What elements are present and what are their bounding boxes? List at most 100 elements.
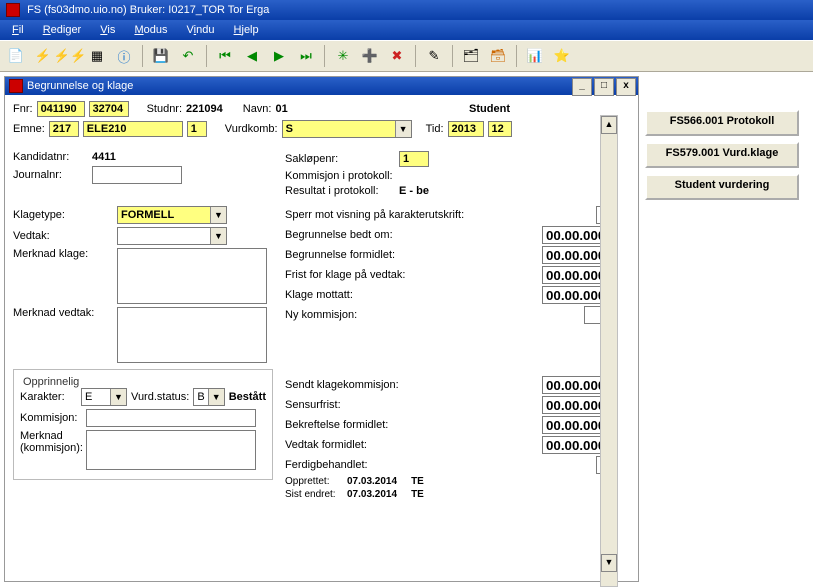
merknad-vedtak-label: Merknad vedtak: [13, 307, 113, 319]
journalnr-label: Journalnr: [13, 169, 88, 181]
begr-bedt-label: Begrunnelse bedt om: [285, 229, 393, 241]
tool-report-icon[interactable]: 📊 [523, 44, 547, 68]
vurdkomb-combo[interactable]: S ▼ [282, 120, 412, 138]
ved-form-label: Vedtak formidlet: [285, 439, 367, 451]
fnr-label: Fnr: [13, 103, 33, 115]
tool-doc-icon[interactable]: 📄 [4, 44, 28, 68]
tool-last-icon[interactable]: ⏭ [294, 44, 318, 68]
menu-modus[interactable]: Modus [134, 24, 167, 36]
tool-next-icon[interactable]: ▶ [267, 44, 291, 68]
menu-fil[interactable]: Fil [12, 24, 24, 36]
opprinnelig-legend: Opprinnelig [20, 376, 82, 388]
chevron-down-icon: ▼ [210, 207, 226, 223]
protokoll-button[interactable]: FS566.001 Protokoll [645, 110, 799, 136]
vurd-status-value: B [194, 391, 207, 403]
toolbar-sep-4 [415, 45, 416, 67]
toolbar-sep-3 [324, 45, 325, 67]
menu-vindu[interactable]: Vindu [187, 24, 215, 36]
tid1-field[interactable]: 2013 [448, 121, 484, 137]
side-panel: FS566.001 Protokoll FS579.001 Vurd.klage… [641, 72, 813, 582]
karakter-value: E [82, 391, 110, 403]
klagetype-label: Klagetype: [13, 209, 113, 221]
emne-label: Emne: [13, 123, 45, 135]
student-vurdering-button[interactable]: Student vurdering [645, 174, 799, 200]
journalnr-field[interactable] [92, 166, 182, 184]
navn-label: Navn: [243, 103, 272, 115]
merknad-klage-field[interactable] [117, 248, 267, 304]
vurdkomb-value: S [283, 123, 395, 135]
tool-module1-icon[interactable]: 🗂 [459, 44, 483, 68]
emne2-field[interactable]: ELE210 [83, 121, 183, 137]
tid2-field[interactable]: 12 [488, 121, 512, 137]
sist-endret-date: 07.03.2014 [347, 489, 397, 500]
tool-save-icon[interactable]: 💾 [149, 44, 173, 68]
tool-undo-icon[interactable]: ↶ [176, 44, 200, 68]
scroll-down-icon[interactable]: ▼ [601, 554, 617, 572]
toolbar-sep-5 [452, 45, 453, 67]
tool-run-icon[interactable]: ⚡ [31, 44, 55, 68]
opp-kommisjon-field[interactable] [86, 409, 256, 427]
tool-edit-icon[interactable]: ✎ [422, 44, 446, 68]
vedtak-combo[interactable]: ▼ [117, 227, 227, 245]
opp-merknad-field[interactable] [86, 430, 256, 470]
studnr-label: Studnr: [147, 103, 182, 115]
fnr2-field[interactable]: 32704 [89, 101, 129, 117]
tid-label: Tid: [426, 123, 444, 135]
karakter-combo[interactable]: E ▼ [81, 388, 127, 406]
merknad-vedtak-field[interactable] [117, 307, 267, 363]
tool-delete-icon[interactable]: ✖ [385, 44, 409, 68]
sensurfrist-label: Sensurfrist: [285, 399, 341, 411]
menu-rediger[interactable]: Rediger [43, 24, 82, 36]
sist-endret-by: TE [411, 489, 424, 500]
chevron-down-icon: ▼ [110, 389, 126, 405]
res-prot-value: E - be [399, 185, 429, 197]
karakter-label: Karakter: [20, 391, 77, 403]
tool-first-icon[interactable]: ⏮ [213, 44, 237, 68]
app-icon [6, 3, 20, 17]
fnr1-field[interactable]: 041190 [37, 101, 85, 117]
tool-module2-icon[interactable]: 🗃 [486, 44, 510, 68]
tool-info-icon[interactable]: ⓘ [112, 44, 136, 68]
tool-prev-icon[interactable]: ◀ [240, 44, 264, 68]
saklopenr-field[interactable]: 1 [399, 151, 429, 167]
tool-insert-icon[interactable]: ➕ [358, 44, 382, 68]
emne1-field[interactable]: 217 [49, 121, 79, 137]
student-label: Student [469, 103, 510, 115]
bekr-label: Bekreftelse formidlet: [285, 419, 388, 431]
close-button[interactable]: x [616, 78, 636, 96]
res-prot-label: Resultat i protokoll: [285, 185, 395, 197]
ny-komm-label: Ny kommisjon: [285, 309, 357, 321]
vurdkomb-label: Vurdkomb: [225, 123, 278, 135]
menu-hjelp[interactable]: Hjelp [234, 24, 259, 36]
app-title: FS (fs03dmo.uio.no) Bruker: I0217_TOR To… [27, 4, 269, 16]
maximize-button[interactable]: □ [594, 78, 614, 96]
vurd-klage-button[interactable]: FS579.001 Vurd.klage [645, 142, 799, 168]
navn-value: 01 [276, 103, 288, 115]
klage-mottatt-label: Klage mottatt: [285, 289, 353, 301]
tool-run-multi-icon[interactable]: ⚡⚡ [58, 44, 82, 68]
minimize-button[interactable]: _ [572, 78, 592, 96]
scroll-up-icon[interactable]: ▲ [601, 116, 617, 134]
begr-form-label: Begrunnelse formidlet: [285, 249, 395, 261]
tool-star-icon[interactable]: ⭐ [550, 44, 574, 68]
merknad-klage-label: Merknad klage: [13, 248, 113, 260]
opp-kommisjon-label: Kommisjon: [20, 412, 82, 424]
opprettet-date: 07.03.2014 [347, 476, 397, 487]
panel-body: Fnr: 041190 32704 Studnr: 221094 Navn: 0… [5, 95, 638, 508]
vurd-status-combo[interactable]: B ▼ [193, 388, 224, 406]
toolbar-sep-1 [142, 45, 143, 67]
saklopenr-label: Sakløpenr: [285, 153, 395, 165]
tool-grid-icon[interactable]: ▦ [85, 44, 109, 68]
panel-begrunnelse: Begrunnelse og klage _ □ x Fnr: 041190 3… [4, 76, 639, 582]
sperr-label: Sperr mot visning på karakterutskrift: [285, 209, 464, 221]
frist-label: Frist for klage på vedtak: [285, 269, 405, 281]
ferdig-label: Ferdigbehandlet: [285, 459, 368, 471]
emne3-field[interactable]: 1 [187, 121, 207, 137]
klagetype-combo[interactable]: FORMELL ▼ [117, 206, 227, 224]
menu-vis[interactable]: Vis [100, 24, 115, 36]
tool-new-icon[interactable]: ✳ [331, 44, 355, 68]
menu-bar: Fil Rediger Vis Modus Vindu Hjelp [0, 20, 813, 40]
panel-scrollbar[interactable]: ▲ ▼ [600, 115, 618, 587]
toolbar: 📄 ⚡ ⚡⚡ ▦ ⓘ 💾 ↶ ⏮ ◀ ▶ ⏭ ✳ ➕ ✖ ✎ 🗂 🗃 📊 ⭐ [0, 40, 813, 72]
bestatt-label: Bestått [229, 391, 266, 403]
